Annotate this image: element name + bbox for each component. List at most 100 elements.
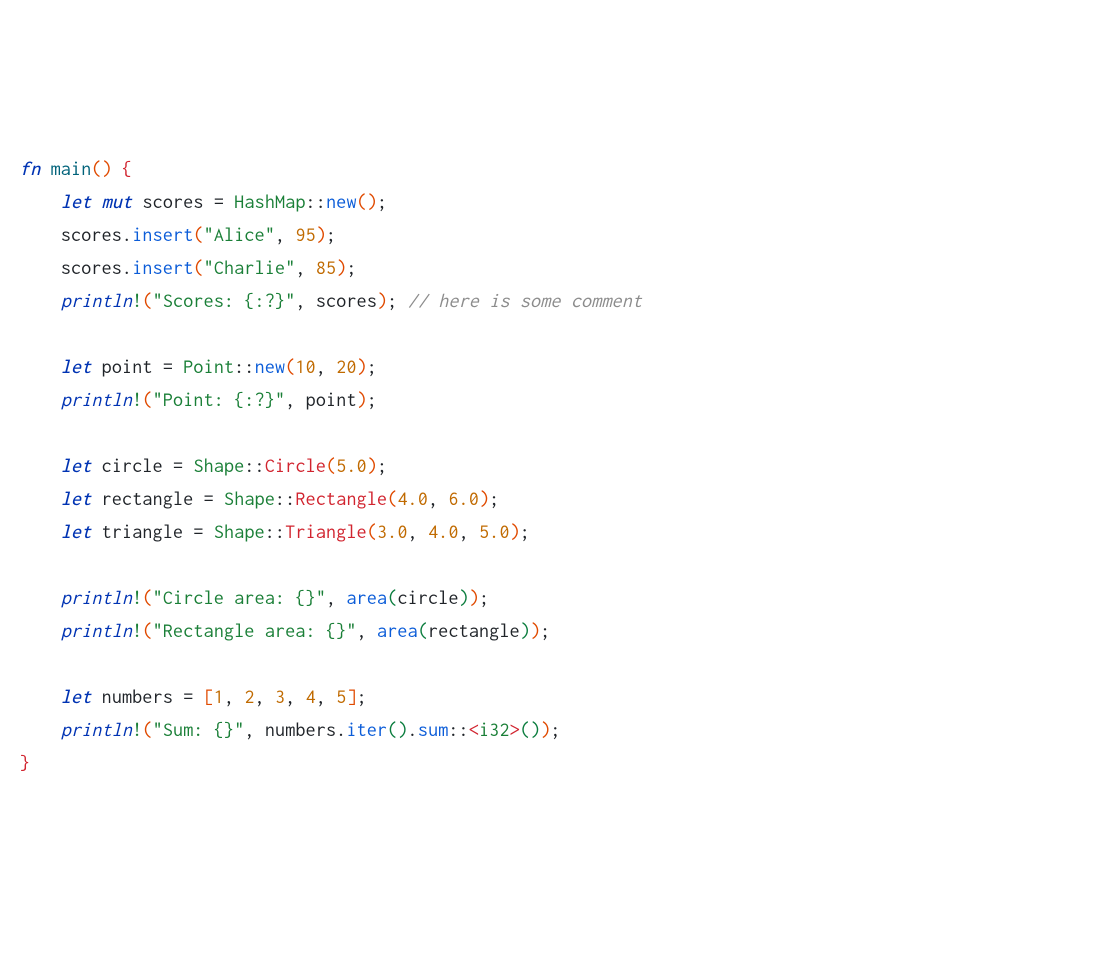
paren-close: ) <box>367 191 377 212</box>
paren-close: ) <box>357 389 367 410</box>
bracket-open: [ <box>204 686 214 707</box>
paren-open: ( <box>418 620 428 641</box>
semicolon: ; <box>367 356 377 377</box>
dot: . <box>336 719 346 740</box>
string-scores-fmt: "Scores: {:?}" <box>153 290 296 311</box>
macro-println: println <box>61 389 132 410</box>
equals: = <box>173 686 204 707</box>
ident-circle: circle <box>397 587 458 608</box>
dot: . <box>122 224 132 245</box>
path-sep: :: <box>234 356 254 377</box>
ident-rectangle: rectangle <box>428 620 520 641</box>
comma: , <box>224 686 244 707</box>
line-10: let triangle = Shape::Triangle(3.0, 4.0,… <box>20 521 530 542</box>
comma: , <box>275 224 295 245</box>
number-3: 3 <box>275 686 285 707</box>
paren-close: ) <box>530 719 540 740</box>
semicolon: ; <box>479 587 489 608</box>
keyword-let: let <box>61 191 92 212</box>
type-shape: Shape <box>224 488 275 509</box>
method-new: new <box>255 356 286 377</box>
macro-bang: ! <box>132 587 142 608</box>
number-1: 1 <box>214 686 224 707</box>
number-95: 95 <box>295 224 315 245</box>
paren-open: ( <box>91 158 101 179</box>
path-sep: :: <box>448 719 468 740</box>
ident-scores: scores <box>316 290 377 311</box>
paren-open: ( <box>387 719 397 740</box>
equals: = <box>153 356 184 377</box>
macro-println: println <box>61 587 132 608</box>
paren-close: ) <box>102 158 112 179</box>
paren-open: ( <box>142 719 152 740</box>
paren-close: ) <box>367 455 377 476</box>
method-insert: insert <box>132 257 193 278</box>
paren-open: ( <box>367 521 377 542</box>
equals: = <box>183 521 214 542</box>
line-end: } <box>20 752 30 773</box>
paren-close: ) <box>520 620 530 641</box>
line-2: let mut scores = HashMap::new(); <box>20 191 387 212</box>
bracket-close: ] <box>346 686 356 707</box>
semicolon: ; <box>377 455 387 476</box>
comma: , <box>316 356 336 377</box>
fn-area: area <box>377 620 418 641</box>
type-point: Point <box>183 356 234 377</box>
semicolon: ; <box>377 191 387 212</box>
path-sep: :: <box>275 488 295 509</box>
ident-rectangle: rectangle <box>102 488 194 509</box>
number-10: 10 <box>295 356 315 377</box>
brace-open: { <box>122 158 132 179</box>
ident-scores: scores <box>61 224 122 245</box>
method-insert: insert <box>132 224 193 245</box>
ident-point: point <box>306 389 357 410</box>
line-5: println!("Scores: {:?}", scores); // her… <box>20 290 642 311</box>
semicolon: ; <box>540 620 550 641</box>
line-1: fn main() { <box>20 158 132 179</box>
comma: , <box>285 389 305 410</box>
equals: = <box>193 488 224 509</box>
fn-area: area <box>346 587 387 608</box>
line-11: println!("Circle area: {}", area(circle)… <box>20 587 489 608</box>
variant-circle: Circle <box>265 455 326 476</box>
paren-open: ( <box>142 290 152 311</box>
keyword-let: let <box>61 488 92 509</box>
paren-open: ( <box>285 356 295 377</box>
paren-close: ) <box>459 587 469 608</box>
ident-point: point <box>102 356 153 377</box>
comma: , <box>408 521 428 542</box>
paren-open: ( <box>142 389 152 410</box>
semicolon: ; <box>367 389 377 410</box>
line-13: let numbers = [1, 2, 3, 4, 5]; <box>20 686 367 707</box>
method-iter: iter <box>346 719 387 740</box>
macro-bang: ! <box>132 389 142 410</box>
semicolon: ; <box>520 521 530 542</box>
comma: , <box>428 488 448 509</box>
paren-close: ) <box>479 488 489 509</box>
number-20: 20 <box>336 356 356 377</box>
line-8: let circle = Shape::Circle(5.0); <box>20 455 387 476</box>
number-5: 5 <box>336 686 346 707</box>
string-rect-area: "Rectangle area: {}" <box>153 620 357 641</box>
macro-bang: ! <box>132 620 142 641</box>
number-6-0: 6.0 <box>448 488 479 509</box>
semicolon: ; <box>387 290 397 311</box>
number-3-0: 3.0 <box>377 521 408 542</box>
paren-close: ) <box>530 620 540 641</box>
keyword-let: let <box>61 455 92 476</box>
dot: . <box>408 719 418 740</box>
comma: , <box>255 686 275 707</box>
brace-close: } <box>20 752 30 773</box>
code-block: fn main() { let mut scores = HashMap::ne… <box>20 152 1077 779</box>
number-2: 2 <box>244 686 254 707</box>
macro-bang: ! <box>132 719 142 740</box>
string-charlie: "Charlie" <box>204 257 296 278</box>
ident-scores: scores <box>142 191 203 212</box>
comma: , <box>295 257 315 278</box>
method-new: new <box>326 191 357 212</box>
paren-open: ( <box>357 191 367 212</box>
ident-triangle: triangle <box>102 521 184 542</box>
method-sum: sum <box>418 719 449 740</box>
macro-bang: ! <box>132 290 142 311</box>
paren-close: ) <box>357 356 367 377</box>
